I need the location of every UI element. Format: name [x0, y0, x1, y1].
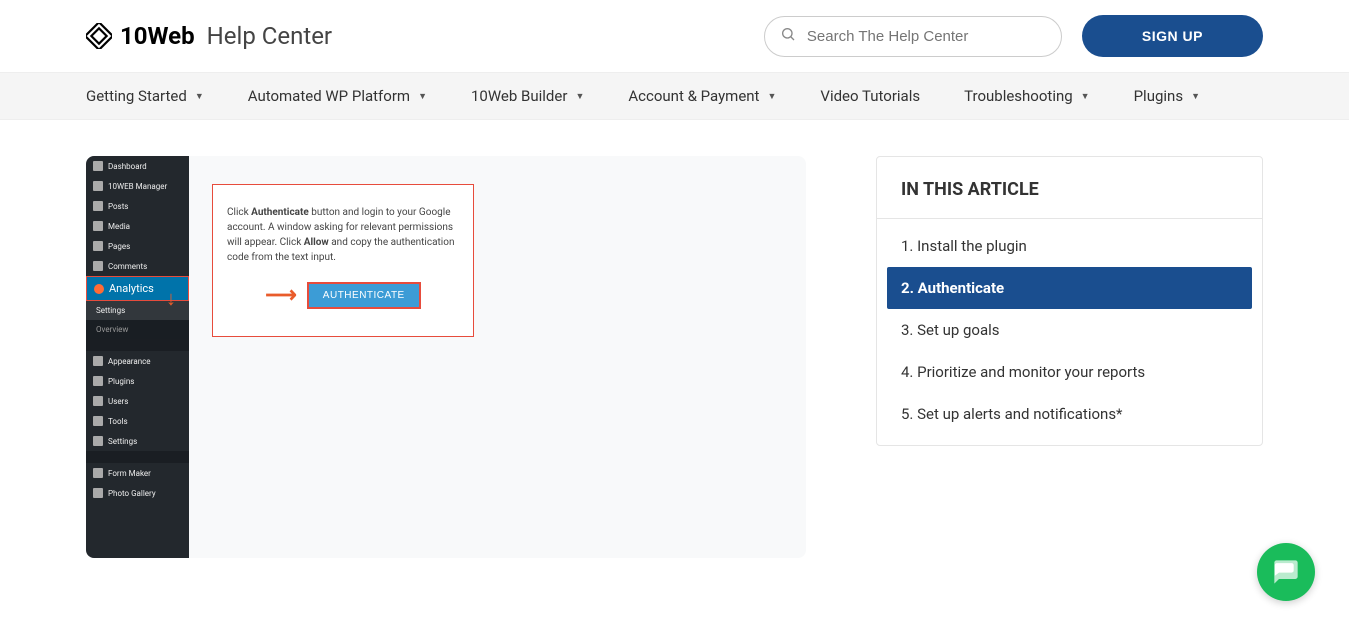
arrow-down-icon: ↓ — [166, 286, 176, 311]
wp-item-users: Users — [86, 391, 189, 411]
signup-button[interactable]: SIGN UP — [1082, 15, 1263, 57]
wp-item-comments: Comments — [86, 256, 189, 276]
wp-item-tools: Tools — [86, 411, 189, 431]
chevron-down-icon: ▼ — [767, 91, 776, 102]
main-content: Dashboard 10WEB Manager Posts Media Page… — [0, 120, 1349, 594]
logo-main-text: 10Web — [120, 22, 195, 50]
nav-10web-builder[interactable]: 10Web Builder▼ — [471, 73, 584, 119]
authenticate-button: AUTHENTICATE — [307, 282, 421, 309]
header-right: SIGN UP — [764, 15, 1263, 57]
users-icon — [93, 396, 103, 406]
analytics-icon — [94, 284, 104, 294]
search-icon — [780, 26, 796, 46]
nav-plugins[interactable]: Plugins▼ — [1134, 73, 1200, 119]
nav-account-payment[interactable]: Account & Payment▼ — [628, 73, 776, 119]
nav-automated-wp[interactable]: Automated WP Platform▼ — [248, 73, 427, 119]
nav-troubleshooting[interactable]: Troubleshooting▼ — [964, 73, 1089, 119]
toc-sidebar: IN THIS ARTICLE 1. Install the plugin 2.… — [876, 156, 1263, 446]
screenshot-card: Dashboard 10WEB Manager Posts Media Page… — [86, 156, 806, 558]
wp-item-settings: Settings — [86, 431, 189, 451]
wp-item-media: Media — [86, 216, 189, 236]
toc-item-authenticate[interactable]: 2. Authenticate — [887, 267, 1252, 309]
nav-video-tutorials[interactable]: Video Tutorials — [820, 73, 920, 119]
toc-item-reports[interactable]: 4. Prioritize and monitor your reports — [887, 351, 1252, 393]
toc-item-install[interactable]: 1. Install the plugin — [887, 225, 1252, 267]
chevron-down-icon: ▼ — [1081, 91, 1090, 102]
article-content: Dashboard 10WEB Manager Posts Media Page… — [86, 156, 806, 558]
toc-item-alerts[interactable]: 5. Set up alerts and notifications* — [887, 393, 1252, 435]
comment-icon — [93, 261, 103, 271]
search-box — [764, 16, 1062, 57]
wp-item-dashboard: Dashboard — [86, 156, 189, 176]
page-icon — [93, 241, 103, 251]
tools-icon — [93, 416, 103, 426]
arrow-right-icon: ⟶ — [265, 279, 297, 312]
wp-item-appearance: Appearance — [86, 351, 189, 371]
search-input[interactable] — [764, 16, 1062, 57]
gallery-icon — [93, 488, 103, 498]
toc-item-goals[interactable]: 3. Set up goals — [887, 309, 1252, 351]
header: 10Web Help Center SIGN UP — [0, 0, 1349, 72]
wp-item-10web-manager: 10WEB Manager — [86, 176, 189, 196]
wp-item-posts: Posts — [86, 196, 189, 216]
chevron-down-icon: ▼ — [418, 91, 427, 102]
instruction-box: Click Authenticate button and login to y… — [212, 184, 474, 337]
logo[interactable]: 10Web Help Center — [86, 22, 332, 50]
form-icon — [93, 468, 103, 478]
chat-icon — [1272, 558, 1300, 586]
media-icon — [93, 221, 103, 231]
pin-icon — [93, 201, 103, 211]
wp-item-photo-gallery: Photo Gallery — [86, 483, 189, 503]
nav-getting-started[interactable]: Getting Started▼ — [86, 73, 204, 119]
appearance-icon — [93, 356, 103, 366]
dashboard-icon — [93, 161, 103, 171]
wp-item-overview-sub: Overview — [86, 320, 189, 339]
logo-sub-text: Help Center — [207, 22, 332, 50]
chevron-down-icon: ▼ — [1191, 91, 1200, 102]
logo-icon — [86, 23, 112, 49]
nav-bar: Getting Started▼ Automated WP Platform▼ … — [0, 72, 1349, 120]
wp-item-plugins: Plugins — [86, 371, 189, 391]
settings-icon — [93, 436, 103, 446]
instruction-text: Click Authenticate button and login to y… — [227, 205, 459, 265]
chat-button[interactable] — [1257, 543, 1315, 601]
wp-admin-sidebar: Dashboard 10WEB Manager Posts Media Page… — [86, 156, 189, 558]
chevron-down-icon: ▼ — [575, 91, 584, 102]
wp-item-form-maker: Form Maker — [86, 463, 189, 483]
toc-title: IN THIS ARTICLE — [877, 157, 1262, 219]
tenweb-icon — [93, 181, 103, 191]
wp-item-pages: Pages — [86, 236, 189, 256]
chevron-down-icon: ▼ — [195, 91, 204, 102]
plugin-icon — [93, 376, 103, 386]
